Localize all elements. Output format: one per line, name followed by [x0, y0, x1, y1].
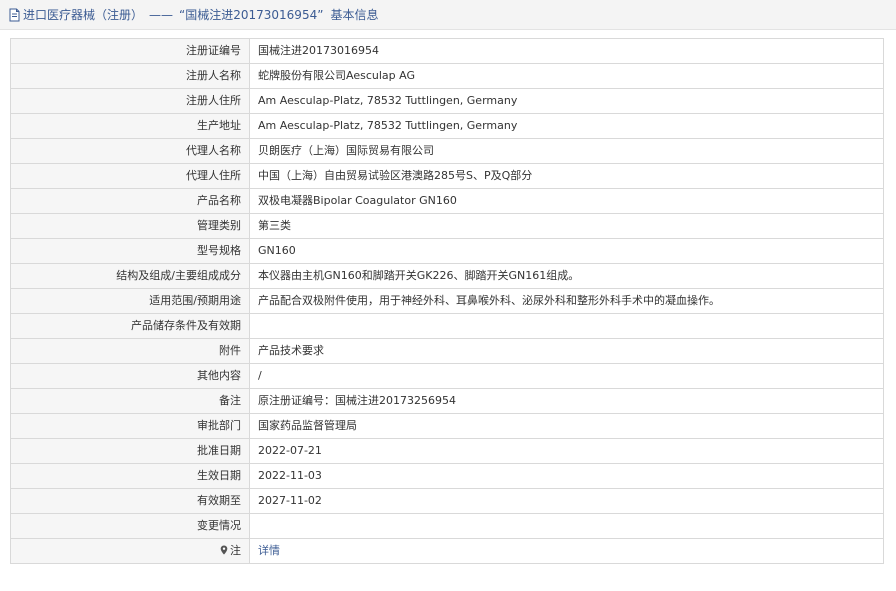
row-value: 贝朗医疗（上海）国际贸易有限公司 — [249, 138, 884, 164]
details-link[interactable]: 详情 — [258, 544, 280, 557]
row-value: 2022-07-21 — [249, 438, 884, 464]
row-label: 变更情况 — [10, 513, 250, 539]
table-row: 变更情况 — [10, 513, 884, 539]
row-label: 生效日期 — [10, 463, 250, 489]
row-label: 注册人住所 — [10, 88, 250, 114]
note-value-cell: 详情 — [249, 538, 884, 564]
row-value: 产品技术要求 — [249, 338, 884, 364]
table-row: 注册人名称 蛇牌股份有限公司Aesculap AG — [10, 63, 884, 89]
row-value: 2027-11-02 — [249, 488, 884, 514]
header-title-name: “国械注进20173016954” — [179, 8, 324, 22]
table-row: 审批部门 国家药品监督管理局 — [10, 413, 884, 439]
row-label: 管理类别 — [10, 213, 250, 239]
row-value: Am Aesculap-Platz, 78532 Tuttlingen, Ger… — [249, 88, 884, 114]
table-row: 生效日期 2022-11-03 — [10, 463, 884, 489]
info-table-wrapper: 注册证编号 国械注进20173016954 注册人名称 蛇牌股份有限公司Aescul… — [10, 38, 884, 564]
row-value: 2022-11-03 — [249, 463, 884, 489]
table-row: 型号规格 GN160 — [10, 238, 884, 264]
header-separator: —— — [149, 7, 174, 22]
document-icon — [9, 8, 20, 21]
row-value — [249, 313, 884, 339]
table-row: 注册人住所 Am Aesculap-Platz, 78532 Tuttlingen… — [10, 88, 884, 114]
row-value: 中国（上海）自由贸易试验区港澳路285号S、P及Q部分 — [249, 163, 884, 189]
table-row: 批准日期 2022-07-21 — [10, 438, 884, 464]
row-label: 代理人名称 — [10, 138, 250, 164]
note-label-cell: 注 — [10, 538, 250, 564]
row-value: 产品配合双极附件使用，用于神经外科、耳鼻喉外科、泌尿外科和整形外科手术中的凝血操… — [249, 288, 884, 314]
row-label: 有效期至 — [10, 488, 250, 514]
header-title-suffix: 基本信息 — [330, 8, 379, 22]
row-label: 型号规格 — [10, 238, 250, 264]
note-label: 注 — [230, 544, 241, 557]
table-row: 产品储存条件及有效期 — [10, 313, 884, 339]
note-row: 注 详情 — [10, 538, 884, 564]
row-label: 注册人名称 — [10, 63, 250, 89]
row-value: / — [249, 363, 884, 389]
table-row: 有效期至 2027-11-02 — [10, 488, 884, 514]
info-table: 注册证编号 国械注进20173016954 注册人名称 蛇牌股份有限公司Aescul… — [10, 38, 884, 564]
table-row: 适用范围/预期用途 产品配合双极附件使用，用于神经外科、耳鼻喉外科、泌尿外科和整形… — [10, 288, 884, 314]
row-label: 批准日期 — [10, 438, 250, 464]
row-label: 产品名称 — [10, 188, 250, 214]
table-row: 管理类别 第三类 — [10, 213, 884, 239]
row-label: 附件 — [10, 338, 250, 364]
table-row: 代理人名称 贝朗医疗（上海）国际贸易有限公司 — [10, 138, 884, 164]
table-row: 结构及组成/主要组成成分 本仪器由主机GN160和脚踏开关GK226、脚踏开关GN… — [10, 263, 884, 289]
row-value: 国家药品监督管理局 — [249, 413, 884, 439]
row-label: 生产地址 — [10, 113, 250, 139]
row-value: Am Aesculap-Platz, 78532 Tuttlingen, Ger… — [249, 113, 884, 139]
page-header: 进口医疗器械（注册） —— “国械注进20173016954” 基本信息 — [0, 0, 896, 30]
table-row: 其他内容 / — [10, 363, 884, 389]
row-value: 国械注进20173016954 — [249, 38, 884, 64]
table-row: 生产地址 Am Aesculap-Platz, 78532 Tuttlingen,… — [10, 113, 884, 139]
row-value — [249, 513, 884, 539]
row-value: 原注册证编号：国械注进20173256954 — [249, 388, 884, 414]
table-row: 代理人住所 中国（上海）自由贸易试验区港澳路285号S、P及Q部分 — [10, 163, 884, 189]
row-label: 审批部门 — [10, 413, 250, 439]
table-row: 附件 产品技术要求 — [10, 338, 884, 364]
row-label: 适用范围/预期用途 — [10, 288, 250, 314]
header-title-prefix: 进口医疗器械（注册） — [23, 8, 144, 22]
row-label: 结构及组成/主要组成成分 — [10, 263, 250, 289]
row-label: 注册证编号 — [10, 38, 250, 64]
row-label: 备注 — [10, 388, 250, 414]
table-row: 备注 原注册证编号：国械注进20173256954 — [10, 388, 884, 414]
row-label: 产品储存条件及有效期 — [10, 313, 250, 339]
row-value: 第三类 — [249, 213, 884, 239]
row-label: 代理人住所 — [10, 163, 250, 189]
row-value: 蛇牌股份有限公司Aesculap AG — [249, 63, 884, 89]
location-pin-icon — [220, 545, 228, 555]
row-value: 双极电凝器Bipolar Coagulator GN160 — [249, 188, 884, 214]
table-row: 注册证编号 国械注进20173016954 — [10, 38, 884, 64]
table-row: 产品名称 双极电凝器Bipolar Coagulator GN160 — [10, 188, 884, 214]
row-label: 其他内容 — [10, 363, 250, 389]
info-table-body: 注册证编号 国械注进20173016954 注册人名称 蛇牌股份有限公司Aescul… — [10, 38, 884, 564]
row-value: GN160 — [249, 238, 884, 264]
row-value: 本仪器由主机GN160和脚踏开关GK226、脚踏开关GN161组成。 — [249, 263, 884, 289]
